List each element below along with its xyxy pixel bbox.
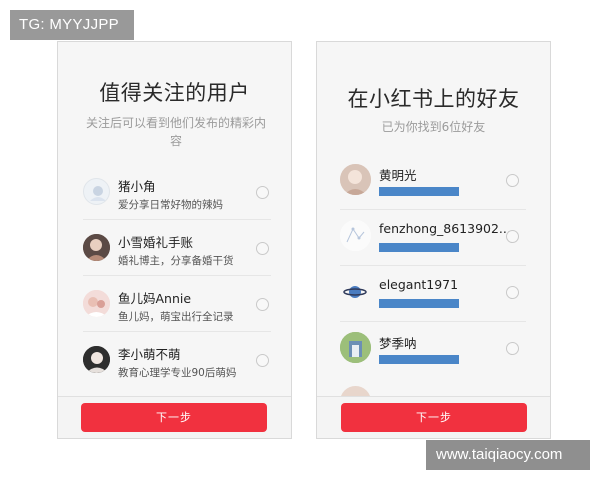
list-item[interactable]: 梦季呐 bbox=[317, 322, 550, 378]
select-radio[interactable] bbox=[506, 174, 519, 187]
user-description: 婚礼博主，分享备婚干货 bbox=[118, 255, 234, 267]
friend-name: 黄明光 bbox=[379, 168, 417, 183]
page-title: 在小红书上的好友 bbox=[347, 87, 520, 111]
list-item[interactable]: elegant1971 bbox=[317, 266, 550, 322]
watermark-bottom-right: www.taiqiaocy.com bbox=[426, 440, 590, 470]
recommended-users-screen: 值得关注的用户 关注后可以看到他们发布的精彩内容 猪小角 爱分享日常好物的辣妈 … bbox=[57, 41, 292, 439]
friend-name: elegant1971 bbox=[379, 277, 459, 292]
footer-bar: 下一步 bbox=[317, 396, 550, 438]
redaction-bar bbox=[379, 355, 459, 364]
select-radio[interactable] bbox=[506, 286, 519, 299]
user-description: 鱼儿妈，萌宝出行全记录 bbox=[118, 311, 234, 323]
list-item[interactable]: 猪小角 爱分享日常好物的辣妈 bbox=[58, 164, 291, 220]
friend-name: 梦季呐 bbox=[379, 336, 417, 351]
friends-found-screen: 在小红书上的好友 已为你找到6位好友 黄明光 fenzhong_8613902.… bbox=[316, 41, 551, 439]
list-item[interactable]: 黄明光 bbox=[317, 154, 550, 210]
friend-name: fenzhong_8613902... bbox=[379, 221, 511, 236]
user-description: 爱分享日常好物的辣妈 bbox=[118, 199, 223, 211]
friend-avatar bbox=[340, 276, 371, 307]
user-description: 教育心理学专业90后萌妈 bbox=[118, 367, 237, 379]
page-subtitle: 关注后可以看到他们发布的精彩内容 bbox=[86, 116, 267, 148]
user-avatar bbox=[83, 290, 110, 317]
user-name: 鱼儿妈Annie bbox=[118, 291, 192, 306]
select-radio[interactable] bbox=[256, 186, 269, 199]
select-radio[interactable] bbox=[256, 242, 269, 255]
friend-avatar bbox=[340, 220, 371, 251]
list-item[interactable]: 李小萌不萌 教育心理学专业90后萌妈 bbox=[58, 332, 291, 388]
footer-bar: 下一步 bbox=[58, 396, 291, 438]
user-name: 小雪婚礼手账 bbox=[118, 235, 194, 250]
redaction-bar bbox=[379, 299, 459, 308]
select-radio[interactable] bbox=[506, 230, 519, 243]
next-button[interactable]: 下一步 bbox=[341, 403, 527, 432]
canvas: 值得关注的用户 关注后可以看到他们发布的精彩内容 猪小角 爱分享日常好物的辣妈 … bbox=[0, 0, 600, 480]
select-radio[interactable] bbox=[256, 354, 269, 367]
page-title: 值得关注的用户 bbox=[99, 81, 250, 105]
user-avatar bbox=[83, 234, 110, 261]
redaction-bar bbox=[379, 243, 459, 252]
friend-avatar bbox=[340, 332, 371, 363]
page-subtitle: 已为你找到6位好友 bbox=[381, 120, 486, 134]
user-avatar bbox=[83, 346, 110, 373]
list-item[interactable]: 鱼儿妈Annie 鱼儿妈，萌宝出行全记录 bbox=[58, 276, 291, 332]
user-name: 猪小角 bbox=[118, 179, 156, 194]
select-radio[interactable] bbox=[506, 342, 519, 355]
watermark-top-left: TG: MYYJJPP bbox=[10, 10, 134, 40]
list-item[interactable]: 小雪婚礼手账 婚礼博主，分享备婚干货 bbox=[58, 220, 291, 276]
friend-avatar bbox=[340, 164, 371, 195]
select-radio[interactable] bbox=[256, 298, 269, 311]
next-button[interactable]: 下一步 bbox=[81, 403, 267, 432]
list-item[interactable]: fenzhong_8613902... bbox=[317, 210, 550, 266]
user-avatar bbox=[83, 178, 110, 205]
redaction-bar bbox=[379, 187, 459, 196]
user-name: 李小萌不萌 bbox=[118, 347, 181, 362]
